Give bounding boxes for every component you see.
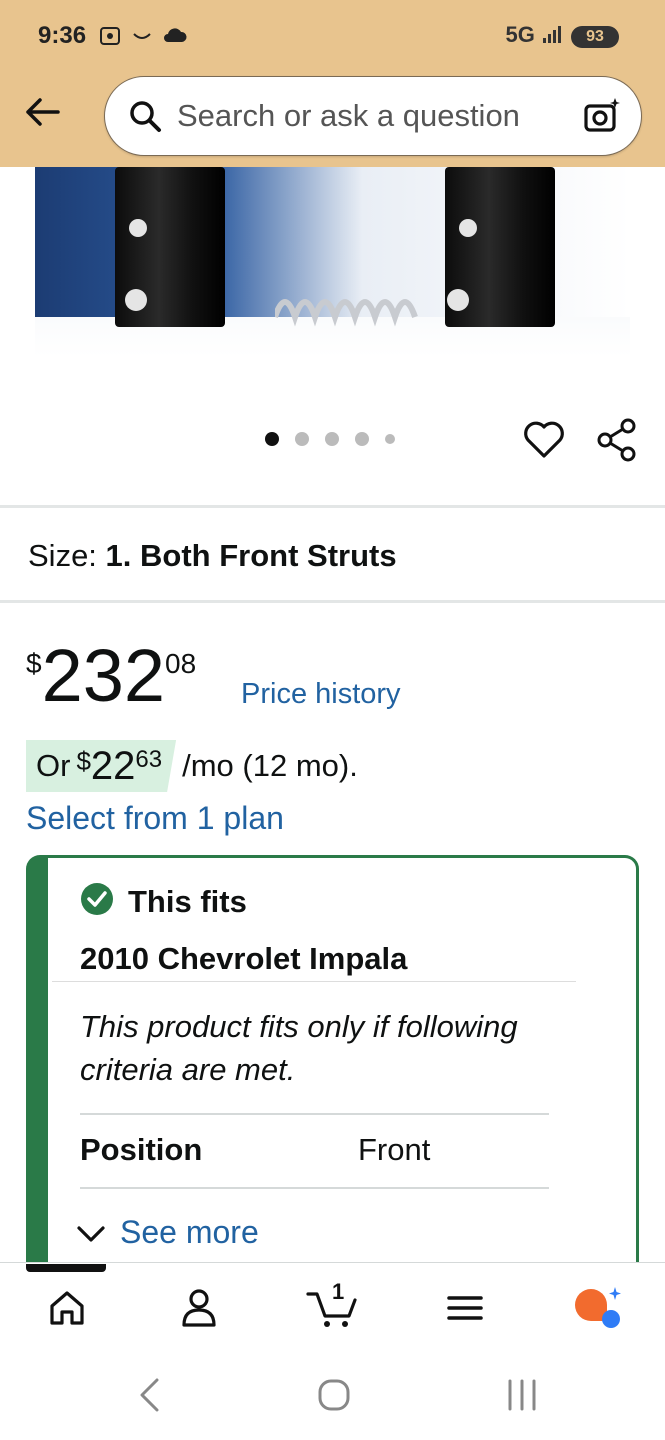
cloud-icon [164,28,187,42]
monthly-payment: Or $ 22 63 /mo (12 mo). [26,740,358,792]
battery-indicator: 93 [571,26,619,48]
app-header: 9:36 5G 93 Search or ask a question [0,0,665,167]
size-selector[interactable]: Size: 1. Both Front Struts [28,538,397,574]
account-icon [182,1289,216,1327]
signal-icon [543,26,561,43]
chevron-left-icon [140,1378,159,1412]
product-image[interactable] [35,167,630,357]
carousel-dot[interactable] [265,432,279,446]
nav-account[interactable] [176,1284,222,1332]
divider [52,981,576,982]
price-currency: $ [26,648,42,679]
spring-image [275,299,418,327]
search-icon [127,98,163,134]
share-button[interactable] [596,418,638,462]
divider [80,1113,549,1115]
nav-active-indicator [26,1264,106,1272]
price-fraction: 08 [165,648,197,679]
fit-criteria-text: This product fits only if following crit… [80,1009,518,1087]
position-value: Front [358,1132,431,1167]
status-bar: 9:36 5G 93 [0,0,665,72]
position-label: Position [80,1132,203,1167]
status-time: 9:36 [38,22,87,49]
fit-title: This fits [128,884,247,919]
carousel-dot[interactable] [325,432,339,446]
system-recents-button[interactable] [504,1375,540,1415]
price: $ 232 08 [26,636,196,716]
share-icon [597,418,636,462]
divider [80,1187,549,1189]
arrow-left-icon [26,98,60,126]
back-button[interactable] [20,92,64,132]
nav-home[interactable] [44,1284,90,1332]
chevron-down-icon [77,1225,105,1242]
menu-icon [447,1296,483,1320]
monthly-highlight: Or $ 22 63 [26,740,177,792]
search-input[interactable]: Search or ask a question [177,98,581,134]
monthly-term: /mo (12 mo). [182,748,358,783]
select-plan-link[interactable]: Select from 1 plan [26,800,284,837]
system-home-button[interactable] [316,1375,352,1415]
smile-icon [133,33,151,39]
image-carousel-dots[interactable] [265,432,395,446]
nav-menu[interactable] [444,1284,486,1332]
price-history-link[interactable]: Price history [241,678,401,711]
carousel-dot[interactable] [385,434,395,444]
price-whole: 232 [41,634,166,717]
check-circle-icon [81,883,113,915]
cart-count: 1 [332,1279,345,1304]
home-icon [50,1291,84,1325]
network-indicator: 5G [506,22,565,48]
search-bar[interactable]: Search or ask a question [104,76,642,156]
carousel-dot[interactable] [295,432,309,446]
heart-icon [524,421,564,458]
home-circle-icon [318,1379,350,1411]
size-label: Size: [28,538,97,573]
wishlist-button[interactable] [522,418,566,462]
vehicle-name: 2010 Chevrolet Impala [80,941,408,976]
camera-search-icon[interactable] [581,95,623,137]
nav-rufus[interactable] [570,1284,626,1332]
size-value: 1. Both Front Struts [105,538,397,573]
see-more-button[interactable]: See more [76,1214,259,1251]
divider [0,600,665,603]
rufus-icon [575,1287,621,1328]
recents-icon [508,1379,536,1411]
system-back-button[interactable] [134,1375,164,1415]
carousel-dot[interactable] [355,432,369,446]
divider [0,505,665,508]
screenshot-icon [100,27,120,45]
